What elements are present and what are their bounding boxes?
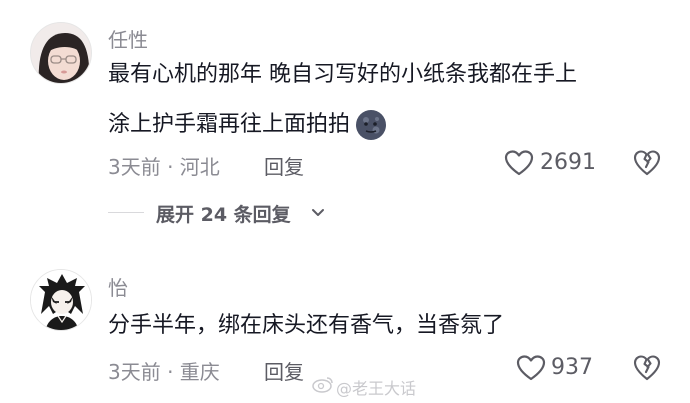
comment-text-line2: 涂上护手霜再往上面拍拍 <box>108 112 351 137</box>
heart-outline-icon[interactable] <box>516 354 546 382</box>
like-count: 937 <box>551 355 593 380</box>
comment-author[interactable]: 怡 <box>108 272 128 301</box>
comment-time-location: 3天前 · 河北 <box>108 155 220 179</box>
heart-outline-icon[interactable] <box>504 149 534 177</box>
comment-text: 分手半年，绑在床头还有香气，当香氛了 <box>108 313 505 338</box>
expand-replies-button[interactable]: 展开 24 条回复 <box>156 200 336 226</box>
comment-text-line: 涂上护手霜再往上面拍拍 <box>108 100 668 150</box>
new-moon-face-emoji-icon <box>354 108 388 142</box>
reply-button[interactable]: 回复 <box>264 151 304 180</box>
broken-heart-icon[interactable] <box>633 149 661 177</box>
comment-time-location: 3天前 · 重庆 <box>108 360 220 384</box>
expand-divider <box>108 212 144 213</box>
comment-text-line: 最有心机的那年 晚自习写好的小纸条我都在手上 <box>108 62 577 87</box>
chevron-down-icon <box>310 204 326 224</box>
comment-item: 任性 最有心机的那年 晚自习写好的小纸条我都在手上 涂上护手霜再往上面拍拍 3天… <box>0 0 690 250</box>
watermark-text: @老王大话 <box>336 379 417 398</box>
comment-text: 最有心机的那年 晚自习写好的小纸条我都在手上 涂上护手霜再往上面拍拍 <box>108 50 668 150</box>
reply-button[interactable]: 回复 <box>264 356 304 385</box>
avatar[interactable] <box>30 22 92 84</box>
expand-replies-label: 展开 24 条回复 <box>156 204 291 226</box>
comment-author[interactable]: 任性 <box>108 24 148 53</box>
like-count: 2691 <box>540 150 596 175</box>
watermark: @老王大话 <box>312 374 432 398</box>
broken-heart-icon[interactable] <box>633 354 661 382</box>
avatar-anime-boy-image <box>31 270 91 330</box>
avatar-girl-image <box>31 23 91 83</box>
avatar[interactable] <box>30 269 92 331</box>
weibo-logo-icon <box>312 375 334 397</box>
